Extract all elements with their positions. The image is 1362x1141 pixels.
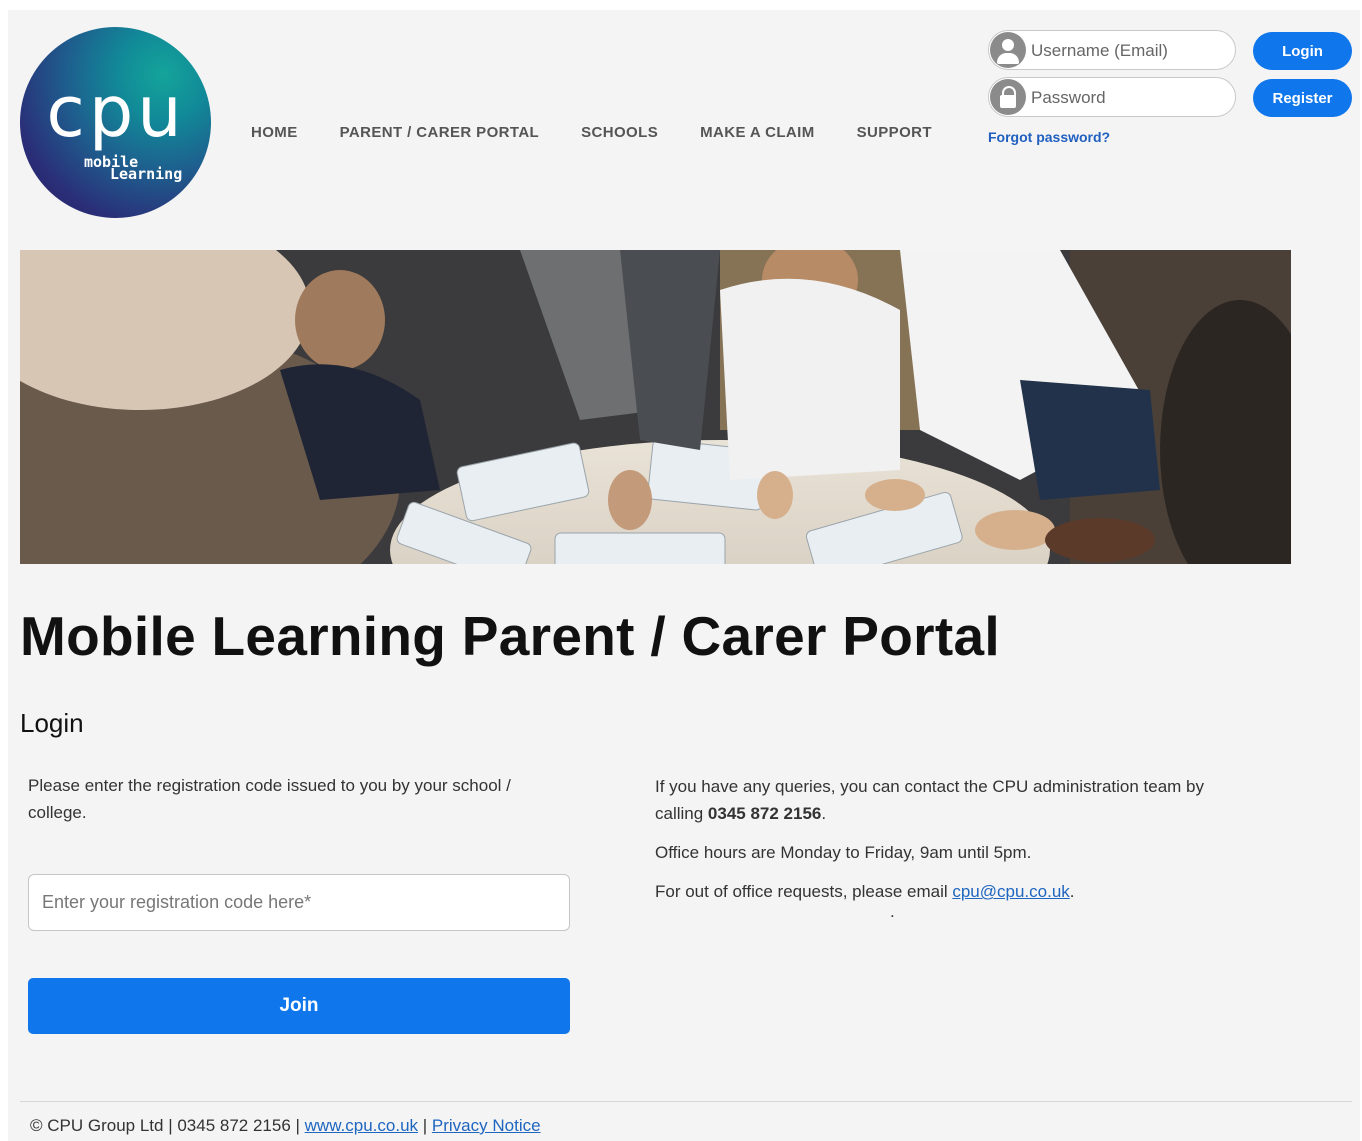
- email-text: For out of office requests, please email: [655, 882, 953, 901]
- logo-text: cpu: [46, 71, 186, 153]
- password-field[interactable]: Password: [988, 77, 1236, 117]
- nav-item-home[interactable]: HOME: [251, 124, 298, 141]
- footer-divider: [20, 1101, 1352, 1102]
- nav-item-make-a-claim[interactable]: MAKE A CLAIM: [700, 124, 815, 141]
- intro-text: Please enter the registration code issue…: [28, 776, 511, 822]
- join-button[interactable]: Join: [28, 978, 570, 1034]
- page-background: [8, 10, 1360, 1141]
- email-link[interactable]: cpu@cpu.co.uk: [952, 882, 1069, 901]
- username-field[interactable]: Username (Email): [988, 30, 1236, 70]
- register-button[interactable]: Register: [1253, 79, 1352, 117]
- contact-period: .: [821, 804, 827, 823]
- section-title: Login: [20, 708, 84, 738]
- login-button[interactable]: Login: [1253, 32, 1352, 70]
- nav-item-support[interactable]: SUPPORT: [857, 124, 932, 141]
- contact-line: If you have any queries, you can contact…: [655, 773, 1225, 827]
- footer-website-link[interactable]: www.cpu.co.uk: [305, 1116, 418, 1135]
- footer-separator: |: [418, 1116, 432, 1135]
- email-line: For out of office requests, please email…: [655, 878, 1225, 905]
- stray-dot: .: [890, 902, 895, 921]
- registration-code-input[interactable]: [28, 874, 570, 931]
- footer: © CPU Group Ltd | 0345 872 2156 | www.cp…: [30, 1116, 541, 1136]
- classroom-photo: [20, 250, 1291, 564]
- logo-subtext-learning: Learning: [110, 165, 183, 183]
- footer-privacy-link[interactable]: Privacy Notice: [432, 1116, 541, 1135]
- password-placeholder: Password: [1031, 88, 1106, 107]
- username-placeholder: Username (Email): [1031, 41, 1168, 60]
- forgot-password-link[interactable]: Forgot password?: [988, 129, 1110, 145]
- nav-item-schools[interactable]: SCHOOLS: [581, 124, 658, 141]
- page-title: Mobile Learning Parent / Carer Portal: [20, 605, 1000, 667]
- cpu-logo[interactable]: cpu mobile Learning: [20, 27, 211, 218]
- footer-copyright: © CPU Group Ltd | 0345 872 2156 |: [30, 1116, 305, 1135]
- email-period: .: [1069, 882, 1075, 901]
- main-nav: HOME PARENT / CARER PORTAL SCHOOLS MAKE …: [251, 124, 932, 141]
- hero-image: [20, 250, 1291, 564]
- lock-icon: [990, 79, 1026, 115]
- contact-info: If you have any queries, you can contact…: [655, 773, 1225, 929]
- user-icon: [990, 32, 1026, 68]
- office-hours: Office hours are Monday to Friday, 9am u…: [655, 843, 1032, 862]
- phone-number: 0345 872 2156: [707, 804, 822, 823]
- nav-item-parent-carer-portal[interactable]: PARENT / CARER PORTAL: [340, 124, 540, 141]
